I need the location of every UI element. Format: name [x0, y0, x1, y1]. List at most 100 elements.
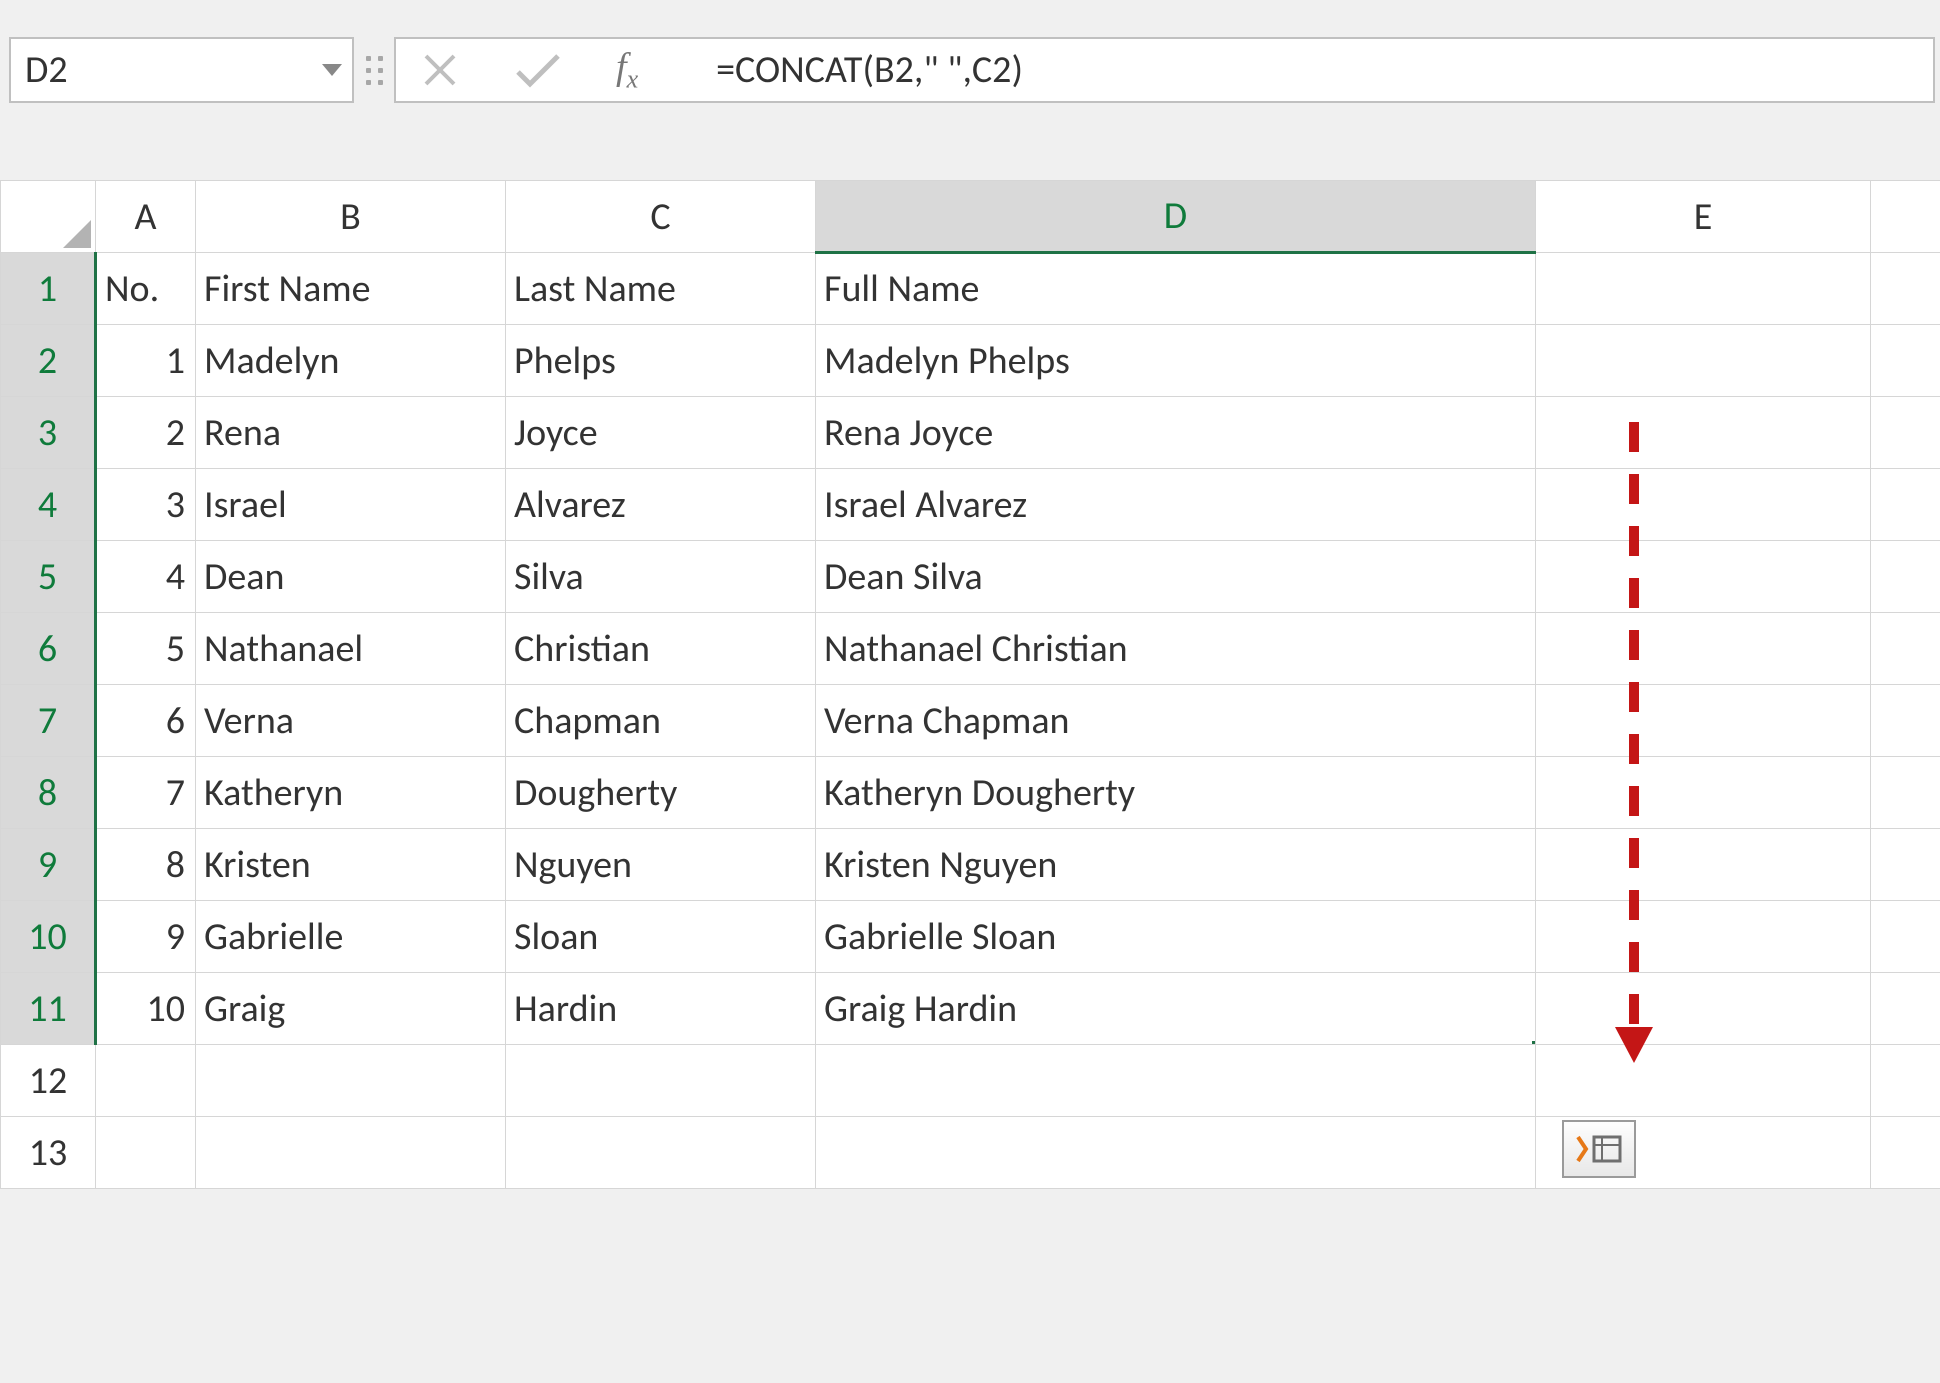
cell-B7[interactable]: Verna [196, 685, 506, 757]
name-box[interactable]: D2 [9, 37, 354, 103]
cell-E8[interactable] [1536, 757, 1871, 829]
cell-A7[interactable]: 6 [96, 685, 196, 757]
row-header[interactable]: 6 [1, 613, 96, 685]
cancel-icon[interactable] [410, 40, 470, 100]
cell-D3[interactable]: Rena Joyce [816, 397, 1536, 469]
column-header-E[interactable]: E [1536, 181, 1871, 253]
cell-A12[interactable] [96, 1045, 196, 1117]
cell-A6[interactable]: 5 [96, 613, 196, 685]
cell-C7[interactable]: Chapman [506, 685, 816, 757]
cell-E11[interactable] [1536, 973, 1871, 1045]
cell-D6[interactable]: Nathanael Christian [816, 613, 1536, 685]
row-header[interactable]: 13 [1, 1117, 96, 1189]
cell-F12[interactable] [1871, 1045, 1940, 1117]
cell-F4[interactable] [1871, 469, 1940, 541]
cell-F1[interactable] [1871, 253, 1940, 325]
enter-icon[interactable] [508, 40, 568, 100]
cell-B1[interactable]: First Name [196, 253, 506, 325]
cell-D4[interactable]: Israel Alvarez [816, 469, 1536, 541]
row-header[interactable]: 10 [1, 901, 96, 973]
cell-F2[interactable] [1871, 325, 1940, 397]
cell-D8[interactable]: Katheryn Dougherty [816, 757, 1536, 829]
cell-A2[interactable]: 1 [96, 325, 196, 397]
cell-D2[interactable]: Madelyn Phelps [816, 325, 1536, 397]
insert-function-icon[interactable]: fx [606, 45, 648, 95]
cell-E12[interactable] [1536, 1045, 1871, 1117]
cell-B12[interactable] [196, 1045, 506, 1117]
cell-D7[interactable]: Verna Chapman [816, 685, 1536, 757]
cell-A4[interactable]: 3 [96, 469, 196, 541]
row-header[interactable]: 3 [1, 397, 96, 469]
cell-C10[interactable]: Sloan [506, 901, 816, 973]
row-header[interactable]: 1 [1, 253, 96, 325]
cell-B13[interactable] [196, 1117, 506, 1189]
cell-B11[interactable]: Graig [196, 973, 506, 1045]
row-header[interactable]: 5 [1, 541, 96, 613]
cell-B5[interactable]: Dean [196, 541, 506, 613]
cell-D9[interactable]: Kristen Nguyen [816, 829, 1536, 901]
column-header-blank[interactable] [1871, 181, 1940, 253]
cell-E7[interactable] [1536, 685, 1871, 757]
cell-A5[interactable]: 4 [96, 541, 196, 613]
column-header-A[interactable]: A [96, 181, 196, 253]
cell-A8[interactable]: 7 [96, 757, 196, 829]
cell-C3[interactable]: Joyce [506, 397, 816, 469]
cell-C8[interactable]: Dougherty [506, 757, 816, 829]
autofill-options-button[interactable] [1562, 1120, 1636, 1178]
column-header-D[interactable]: D [816, 181, 1536, 253]
cell-B3[interactable]: Rena [196, 397, 506, 469]
cell-B8[interactable]: Katheryn [196, 757, 506, 829]
cell-D5[interactable]: Dean Silva [816, 541, 1536, 613]
row-header[interactable]: 12 [1, 1045, 96, 1117]
chevron-down-icon[interactable] [322, 64, 342, 76]
cell-F8[interactable] [1871, 757, 1940, 829]
cell-E3[interactable] [1536, 397, 1871, 469]
cell-E5[interactable] [1536, 541, 1871, 613]
row-header[interactable]: 9 [1, 829, 96, 901]
cell-A10[interactable]: 9 [96, 901, 196, 973]
cell-A11[interactable]: 10 [96, 973, 196, 1045]
cell-C11[interactable]: Hardin [506, 973, 816, 1045]
cell-E10[interactable] [1536, 901, 1871, 973]
cell-E1[interactable] [1536, 253, 1871, 325]
cell-C1[interactable]: Last Name [506, 253, 816, 325]
cell-C9[interactable]: Nguyen [506, 829, 816, 901]
cell-E6[interactable] [1536, 613, 1871, 685]
cell-A9[interactable]: 8 [96, 829, 196, 901]
cell-F9[interactable] [1871, 829, 1940, 901]
formula-input[interactable]: =CONCAT(B2," ",C2) [676, 47, 1023, 93]
cell-B2[interactable]: Madelyn [196, 325, 506, 397]
cell-B9[interactable]: Kristen [196, 829, 506, 901]
cell-B4[interactable]: Israel [196, 469, 506, 541]
cell-A1[interactable]: No. [96, 253, 196, 325]
cell-A3[interactable]: 2 [96, 397, 196, 469]
cell-D10[interactable]: Gabrielle Sloan [816, 901, 1536, 973]
cell-B6[interactable]: Nathanael [196, 613, 506, 685]
worksheet-grid[interactable]: A B C D E 1 No. First Name Last Name Ful… [0, 180, 1940, 1189]
cell-A13[interactable] [96, 1117, 196, 1189]
cell-F3[interactable] [1871, 397, 1940, 469]
row-header[interactable]: 2 [1, 325, 96, 397]
cell-F5[interactable] [1871, 541, 1940, 613]
row-header[interactable]: 11 [1, 973, 96, 1045]
cell-C2[interactable]: Phelps [506, 325, 816, 397]
cell-C6[interactable]: Christian [506, 613, 816, 685]
cell-C5[interactable]: Silva [506, 541, 816, 613]
cell-D13[interactable] [816, 1117, 1536, 1189]
cell-C13[interactable] [506, 1117, 816, 1189]
row-header[interactable]: 7 [1, 685, 96, 757]
row-header[interactable]: 4 [1, 469, 96, 541]
cell-D12[interactable] [816, 1045, 1536, 1117]
cell-E4[interactable] [1536, 469, 1871, 541]
cell-C12[interactable] [506, 1045, 816, 1117]
fill-handle[interactable] [1530, 1039, 1536, 1045]
formula-bar-grip[interactable] [354, 37, 394, 103]
cell-F13[interactable] [1871, 1117, 1940, 1189]
cell-D11[interactable]: Graig Hardin [816, 973, 1536, 1045]
row-header[interactable]: 8 [1, 757, 96, 829]
cell-B10[interactable]: Gabrielle [196, 901, 506, 973]
column-header-B[interactable]: B [196, 181, 506, 253]
cell-F7[interactable] [1871, 685, 1940, 757]
select-all-corner[interactable] [1, 181, 96, 253]
cell-F6[interactable] [1871, 613, 1940, 685]
